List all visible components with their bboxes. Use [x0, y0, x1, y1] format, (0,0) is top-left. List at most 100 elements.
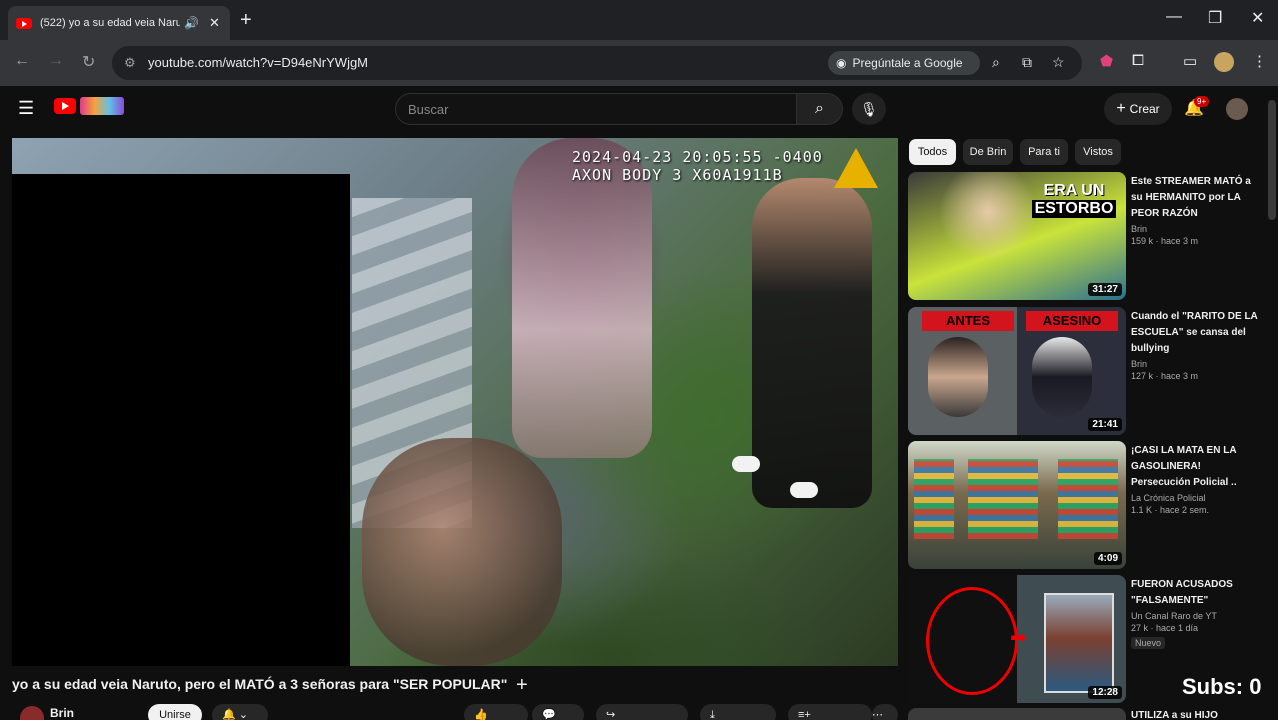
video-duration: 21:41 [1088, 418, 1122, 431]
notifications-button[interactable]: 🔔 ⌄ [212, 704, 268, 720]
recommendation-item[interactable]: ERA UN ESTORBO 31:27 Este STREAMER MATÓ … [908, 172, 1258, 300]
extensions-puzzle-icon[interactable]: ⧠ [1132, 52, 1144, 69]
recommendation-title[interactable]: UTILIZA a su HIJO [1131, 710, 1218, 720]
recommendation-thumbnail[interactable]: ERA UN ESTORBO 31:27 [908, 172, 1126, 300]
thumbnail-label: ASESINO [1026, 311, 1118, 331]
recommendation-channel[interactable]: Un Canal Raro de YT [1131, 611, 1258, 621]
comments-button[interactable]: 💬 [532, 704, 584, 720]
video-duration: 4:09 [1093, 552, 1122, 565]
close-tab-icon[interactable]: ✕ [209, 15, 220, 31]
bodycam-timestamp: 2024-04-23 20:05:55 -0400 [572, 148, 823, 166]
recommendation-stats: 27 k · hace 1 día [1131, 623, 1199, 633]
video-scene-shoe [732, 456, 760, 472]
audio-playing-icon[interactable]: 🔊 [184, 16, 199, 30]
recommendation-thumbnail[interactable] [908, 708, 1126, 720]
recommendation-meta: ¡CASI LA MATA EN LA GASOLINERA! Persecuc… [1131, 443, 1258, 515]
page-scrollbar[interactable] [1268, 100, 1276, 220]
create-button[interactable]: + Crear [1104, 93, 1172, 125]
close-window-icon[interactable]: ✕ [1251, 8, 1264, 28]
save-button[interactable]: ≡+ [788, 704, 872, 720]
add-icon[interactable]: + [516, 674, 528, 697]
chip-de-brin[interactable]: De Brin [963, 139, 1013, 165]
video-owner-row: Brin Unirse 🔔 ⌄ 👍 💬 ↪ ⤓ ≡+ ⋯ [12, 704, 898, 720]
chip-vistos[interactable]: Vistos [1075, 139, 1121, 165]
profile-avatar[interactable] [1214, 52, 1234, 72]
site-info-icon[interactable]: ⚙ [124, 55, 136, 71]
recommendation-thumbnail[interactable]: 4:09 [908, 441, 1126, 569]
minimize-icon[interactable]: — [1166, 8, 1182, 26]
recommendation-title[interactable]: FUERON ACUSADOS "FALSAMENTE" [1131, 577, 1258, 609]
recommendation-meta: Cuando el "RARITO DE LA ESCUELA" se cans… [1131, 309, 1258, 381]
recommendation-item[interactable]: 4:09 ¡CASI LA MATA EN LA GASOLINERA! Per… [908, 441, 1258, 569]
notification-count-badge: 9+ [1194, 96, 1210, 107]
thumbnail-caption: ERA UN ESTORBO [1026, 182, 1122, 218]
video-duration: 12:28 [1088, 686, 1122, 699]
more-actions-icon[interactable]: ⋯ [872, 704, 898, 720]
recommendation-channel[interactable]: La Crónica Policial [1131, 493, 1258, 503]
youtube-header: ☰ Buscar ⌕ 🎙 + Crear 🔔 9+ [0, 86, 1278, 132]
new-badge: Nuevo [1131, 637, 1166, 649]
extension-shield-icon[interactable]: ⬟ [1100, 52, 1113, 70]
new-tab-icon[interactable]: + [240, 9, 252, 32]
recommendation-stats: 127 k · hace 3 m [1131, 371, 1199, 381]
reload-icon[interactable]: ↻ [82, 52, 95, 72]
video-scene-person [512, 138, 652, 458]
search-button[interactable]: ⌕ [797, 93, 843, 125]
youtube-logo-icon[interactable] [54, 98, 76, 114]
video-scene-person [752, 178, 872, 508]
join-button[interactable]: Unirse [148, 704, 202, 720]
share-button[interactable]: ↪ [596, 704, 688, 720]
address-bar[interactable]: ⚙ youtube.com/watch?v=D94eNrYWjgM ◉ Preg… [112, 46, 1082, 80]
install-app-icon[interactable]: ⧉ [1022, 54, 1032, 71]
recommendation-thumbnail[interactable]: ➡ 12:28 [908, 575, 1126, 703]
thumbnail-caption-line: ESTORBO [1031, 200, 1117, 218]
recommendation-title[interactable]: Cuando el "RARITO DE LA ESCUELA" se cans… [1131, 309, 1258, 357]
thumbnail-face [1032, 337, 1092, 417]
recommendation-meta: FUERON ACUSADOS "FALSAMENTE" Un Canal Ra… [1131, 577, 1258, 651]
search-icon: ⌕ [815, 100, 824, 117]
browser-toolbar: ← → ↻ ⚙ youtube.com/watch?v=D94eNrYWjgM … [0, 40, 1278, 86]
video-title: yo a su edad veia Naruto, pero el MATÓ a… [12, 676, 508, 692]
maximize-icon[interactable]: ❐ [1208, 8, 1222, 28]
recommendation-channel[interactable]: Brin [1131, 224, 1258, 234]
thumbnail-caption-line: ERA UN [1043, 182, 1105, 199]
ask-google-button[interactable]: ◉ Pregúntale a Google [828, 51, 980, 75]
channel-avatar[interactable] [20, 706, 44, 720]
recommendation-meta: Este STREAMER MATÓ a su HERMANITO por LA… [1131, 174, 1258, 246]
recommendation-item[interactable]: ANTES ASESINO 21:41 Cuando el "RARITO DE… [908, 307, 1258, 435]
like-button[interactable]: 👍 [464, 704, 528, 720]
bookmark-star-icon[interactable]: ☆ [1052, 54, 1065, 71]
search-input[interactable]: Buscar [395, 93, 797, 125]
recommendation-channel[interactable]: Brin [1131, 359, 1258, 369]
chip-para-ti[interactable]: Para ti [1020, 139, 1068, 165]
url-text[interactable]: youtube.com/watch?v=D94eNrYWjgM [148, 55, 368, 70]
voice-search-button[interactable]: 🎙 [852, 93, 886, 125]
thumbnail-shelf [1058, 459, 1118, 539]
forward-icon[interactable]: → [48, 52, 64, 70]
download-button[interactable]: ⤓ [700, 704, 776, 720]
recommendation-stats: 1.1 K · hace 2 sem. [1131, 505, 1210, 515]
arrow-right-icon: ➡ [1010, 627, 1027, 649]
cast-icon[interactable]: ▭ [1183, 52, 1197, 70]
recommendation-title[interactable]: Este STREAMER MATÓ a su HERMANITO por LA… [1131, 174, 1258, 222]
lens-icon: ◉ [836, 56, 847, 70]
redaction-box [12, 174, 350, 666]
zoom-icon[interactable]: ⌕ [992, 54, 1000, 71]
browser-tab[interactable]: (522) yo a su edad veia Naru 🔊 ✕ [8, 6, 230, 40]
video-player[interactable]: 2024-04-23 20:05:55 -0400 AXON BODY 3 X6… [12, 138, 898, 666]
create-label: Crear [1129, 102, 1160, 116]
thumbnail-photo [1044, 593, 1114, 693]
channel-name[interactable]: Brin [50, 706, 74, 720]
browser-menu-icon[interactable]: ⋮ [1252, 52, 1267, 70]
subs-counter-overlay: Subs: 0 [1182, 674, 1262, 699]
ask-google-label: Pregúntale a Google [852, 56, 963, 70]
recommendation-thumbnail[interactable]: ANTES ASESINO 21:41 [908, 307, 1126, 435]
youtube-doodle[interactable] [80, 97, 124, 115]
hamburger-menu-icon[interactable]: ☰ [18, 98, 34, 119]
chip-todos[interactable]: Todos [909, 139, 956, 165]
search-placeholder: Buscar [408, 102, 449, 117]
account-avatar[interactable] [1226, 98, 1248, 120]
back-icon[interactable]: ← [14, 52, 30, 70]
recommendation-title[interactable]: ¡CASI LA MATA EN LA GASOLINERA! Persecuc… [1131, 443, 1258, 491]
video-scene-hand [362, 438, 562, 666]
